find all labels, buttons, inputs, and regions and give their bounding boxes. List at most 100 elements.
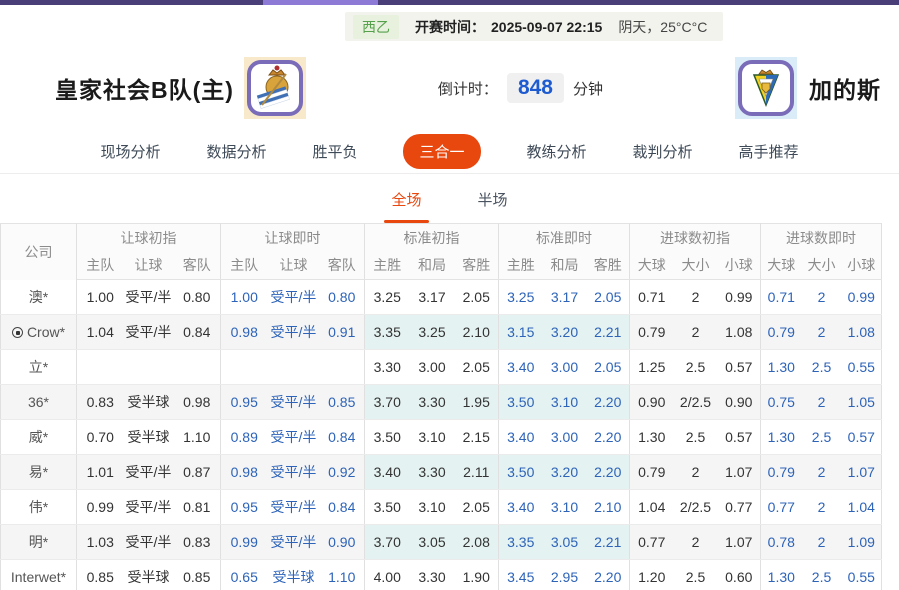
tab-expert-picks[interactable]: 高手推荐 xyxy=(739,141,799,162)
column-header-home-win: 主胜 xyxy=(365,252,410,280)
odds-cell: 2.21 xyxy=(587,525,630,560)
odds-cell: 2.05 xyxy=(587,350,630,385)
column-header-total-line: 大小 xyxy=(802,252,842,280)
odds-cell: 0.90 xyxy=(630,385,674,420)
odds-cell: 0.57 xyxy=(718,420,761,455)
odds-cell: 0.57 xyxy=(842,420,882,455)
odds-cell: 0.84 xyxy=(174,315,221,350)
odds-cell: 2 xyxy=(802,315,842,350)
table-sub-header-row: 主队 让球 客队 主队 让球 客队 主胜 和局 客胜 主胜 和局 客胜 大球 大… xyxy=(1,252,882,280)
company-cell: 立* xyxy=(1,350,77,385)
odds-cell: 1.08 xyxy=(718,315,761,350)
odds-cell: 1.04 xyxy=(77,315,124,350)
odds-cell: 0.55 xyxy=(842,350,882,385)
home-team: 皇家社会B队(主) xyxy=(55,57,306,119)
odds-cell: 0.83 xyxy=(174,525,221,560)
odds-cell: 0.95 xyxy=(221,490,268,525)
match-odds-page: 西乙 开赛时间：2025-09-07 22:15 阴天，25°C°C 皇家社会B… xyxy=(0,0,899,590)
odds-cell: 0.85 xyxy=(77,560,124,590)
odds-cell: 2.21 xyxy=(587,315,630,350)
column-header-handicap: 让球 xyxy=(268,252,320,280)
odds-cell: 1.04 xyxy=(630,490,674,525)
column-header-over: 大球 xyxy=(761,252,802,280)
odds-cell: 3.30 xyxy=(365,350,410,385)
odds-cell: 1.09 xyxy=(842,525,882,560)
odds-cell: 0.98 xyxy=(221,315,268,350)
odds-cell: 3.70 xyxy=(365,525,410,560)
odds-cell: 2.05 xyxy=(455,350,499,385)
tab-live-analysis[interactable]: 现场分析 xyxy=(100,141,160,162)
soccer-ball-icon xyxy=(12,327,23,338)
odds-cell: 2.5 xyxy=(802,350,842,385)
odds-cell: 1.20 xyxy=(630,560,674,590)
odds-cell: 3.10 xyxy=(410,420,455,455)
odds-cell: 2.05 xyxy=(455,490,499,525)
company-cell: 澳* xyxy=(1,280,77,315)
odds-cell: 0.77 xyxy=(761,490,802,525)
countdown: 倒计时： 848 分钟 xyxy=(306,73,735,103)
odds-cell: 0.84 xyxy=(320,490,365,525)
odds-cell: 2.05 xyxy=(455,280,499,315)
league-badge: 西乙 xyxy=(353,15,399,39)
odds-cell: 0.71 xyxy=(761,280,802,315)
odds-cell: 受平/半 xyxy=(124,280,174,315)
odds-cell xyxy=(124,350,174,385)
table-row: 易*1.01受平/半0.870.98受平/半0.923.403.302.113.… xyxy=(1,455,882,490)
tab-win-draw-lose[interactable]: 胜平负 xyxy=(312,141,357,162)
odds-cell: 0.75 xyxy=(761,385,802,420)
top-progress-bar xyxy=(0,0,899,5)
table-row: 澳*1.00受平/半0.801.00受平/半0.803.253.172.053.… xyxy=(1,280,882,315)
countdown-value: 848 xyxy=(507,73,564,103)
analysis-nav: 现场分析 数据分析 胜平负 三合一 教练分析 裁判分析 高手推荐 xyxy=(0,129,899,174)
odds-cell: 2.20 xyxy=(587,385,630,420)
odds-cell: 3.50 xyxy=(499,385,543,420)
column-header-away-win: 客胜 xyxy=(587,252,630,280)
odds-cell: 2.20 xyxy=(587,560,630,590)
odds-cell: 0.98 xyxy=(174,385,221,420)
table-row: 36*0.83受半球0.980.95受平/半0.853.703.301.953.… xyxy=(1,385,882,420)
odds-cell: 受半球 xyxy=(124,560,174,590)
odds-cell: 1.01 xyxy=(77,455,124,490)
odds-cell: 0.55 xyxy=(842,560,882,590)
odds-cell: 0.80 xyxy=(174,280,221,315)
odds-cell: 0.60 xyxy=(718,560,761,590)
company-cell: Interwet* xyxy=(1,560,77,590)
odds-cell: 2.11 xyxy=(455,455,499,490)
odds-cell: 2 xyxy=(802,280,842,315)
odds-cell: 2 xyxy=(802,490,842,525)
odds-cell: 3.20 xyxy=(543,315,587,350)
subtab-full-match[interactable]: 全场 xyxy=(389,189,423,223)
tab-data-analysis[interactable]: 数据分析 xyxy=(206,141,266,162)
odds-cell: 0.99 xyxy=(718,280,761,315)
match-info-bar: 西乙 开赛时间：2025-09-07 22:15 阴天，25°C°C xyxy=(345,12,723,41)
odds-cell: 2 xyxy=(802,385,842,420)
odds-cell: 0.81 xyxy=(174,490,221,525)
group-header-standard-live: 标准即时 xyxy=(499,224,630,252)
tab-referee-analysis[interactable]: 裁判分析 xyxy=(633,141,693,162)
kickoff-time: 开赛时间：2025-09-07 22:15 xyxy=(415,17,602,37)
odds-cell: 2 xyxy=(674,315,718,350)
odds-cell: 3.40 xyxy=(499,420,543,455)
odds-cell: 受平/半 xyxy=(268,280,320,315)
odds-cell: 受半球 xyxy=(124,420,174,455)
tab-three-in-one[interactable]: 三合一 xyxy=(403,134,480,169)
company-cell: 明* xyxy=(1,525,77,560)
odds-cell: 1.07 xyxy=(842,455,882,490)
table-row: 伟*0.99受平/半0.810.95受平/半0.843.503.102.053.… xyxy=(1,490,882,525)
odds-cell: 2.5 xyxy=(674,560,718,590)
odds-cell: 2.05 xyxy=(587,280,630,315)
odds-cell: 1.10 xyxy=(320,560,365,590)
odds-cell: 4.00 xyxy=(365,560,410,590)
odds-cell: 1.07 xyxy=(718,455,761,490)
tab-coach-analysis[interactable]: 教练分析 xyxy=(527,141,587,162)
subtab-half-match[interactable]: 半场 xyxy=(476,189,510,223)
odds-cell: 0.70 xyxy=(77,420,124,455)
odds-cell: 3.70 xyxy=(365,385,410,420)
weather-text: 阴天，25°C°C xyxy=(618,17,707,37)
column-header-home: 主队 xyxy=(77,252,124,280)
top-progress-segment xyxy=(263,0,378,5)
odds-cell: 3.00 xyxy=(543,350,587,385)
column-header-home: 主队 xyxy=(221,252,268,280)
odds-cell: 1.05 xyxy=(842,385,882,420)
odds-cell: 2 xyxy=(674,455,718,490)
